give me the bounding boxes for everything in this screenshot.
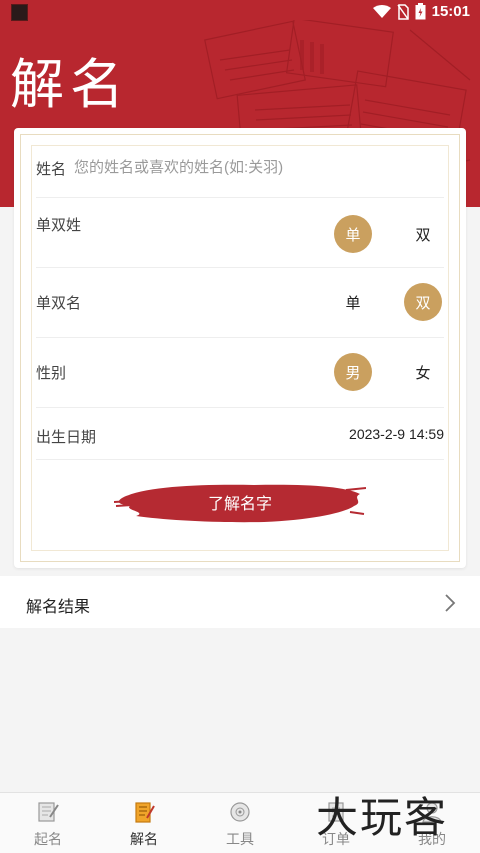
compass-tool-icon xyxy=(230,802,250,822)
birth-date-row[interactable]: 出生日期 2023-2-9 14:59 xyxy=(36,408,444,460)
nav-item-tools[interactable]: 工具 xyxy=(192,793,288,853)
nav-item-naming[interactable]: 起名 xyxy=(0,793,96,853)
watermark-text: 大玩客 xyxy=(316,793,449,842)
interpret-name-icon xyxy=(135,802,155,823)
chevron-right-icon xyxy=(445,594,456,612)
surname-single-option[interactable]: 单 xyxy=(334,215,372,253)
name-result-row[interactable]: 解名结果 xyxy=(0,576,480,628)
notification-icon xyxy=(11,4,28,21)
form-card: 姓名 单双姓 单 双 单双名 单 双 性别 男 女 出生日期 2023-2-9 … xyxy=(14,128,466,568)
given-double-option[interactable]: 双 xyxy=(404,283,442,321)
wifi-icon xyxy=(372,4,391,18)
gender-female-option[interactable]: 女 xyxy=(404,353,442,391)
nav-label-tools: 工具 xyxy=(226,831,254,847)
given-single-option[interactable]: 单 xyxy=(334,283,372,321)
gender-row: 性别 男 女 xyxy=(36,338,444,408)
nav-label-interpret: 解名 xyxy=(130,831,158,847)
no-sim-icon xyxy=(397,3,409,20)
naming-book-icon xyxy=(38,802,59,822)
birth-date-label: 出生日期 xyxy=(36,429,97,446)
surname-type-label: 单双姓 xyxy=(36,217,82,234)
nav-label-naming: 起名 xyxy=(34,831,62,847)
gender-male-option[interactable]: 男 xyxy=(334,353,372,391)
understand-name-label: 了解名字 xyxy=(207,496,272,513)
page-title: 解名 xyxy=(10,53,130,116)
surname-double-option[interactable]: 双 xyxy=(404,215,442,253)
name-input[interactable] xyxy=(74,154,434,180)
nav-item-interpret[interactable]: 解名 xyxy=(96,793,192,853)
given-name-type-label: 单双名 xyxy=(36,295,82,312)
surname-type-row: 单双姓 单 双 xyxy=(36,198,444,268)
given-name-type-row: 单双名 单 双 xyxy=(36,268,444,338)
status-bar: 15:01 xyxy=(0,0,480,26)
gender-label: 性别 xyxy=(36,365,67,382)
battery-icon xyxy=(415,3,426,20)
understand-name-button[interactable]: 了解名字 xyxy=(114,476,366,528)
birth-date-value[interactable]: 2023-2-9 14:59 xyxy=(349,426,444,442)
name-result-label: 解名结果 xyxy=(26,599,91,616)
status-time: 15:01 xyxy=(431,3,470,20)
name-row: 姓名 xyxy=(36,144,444,198)
name-label: 姓名 xyxy=(36,161,67,178)
